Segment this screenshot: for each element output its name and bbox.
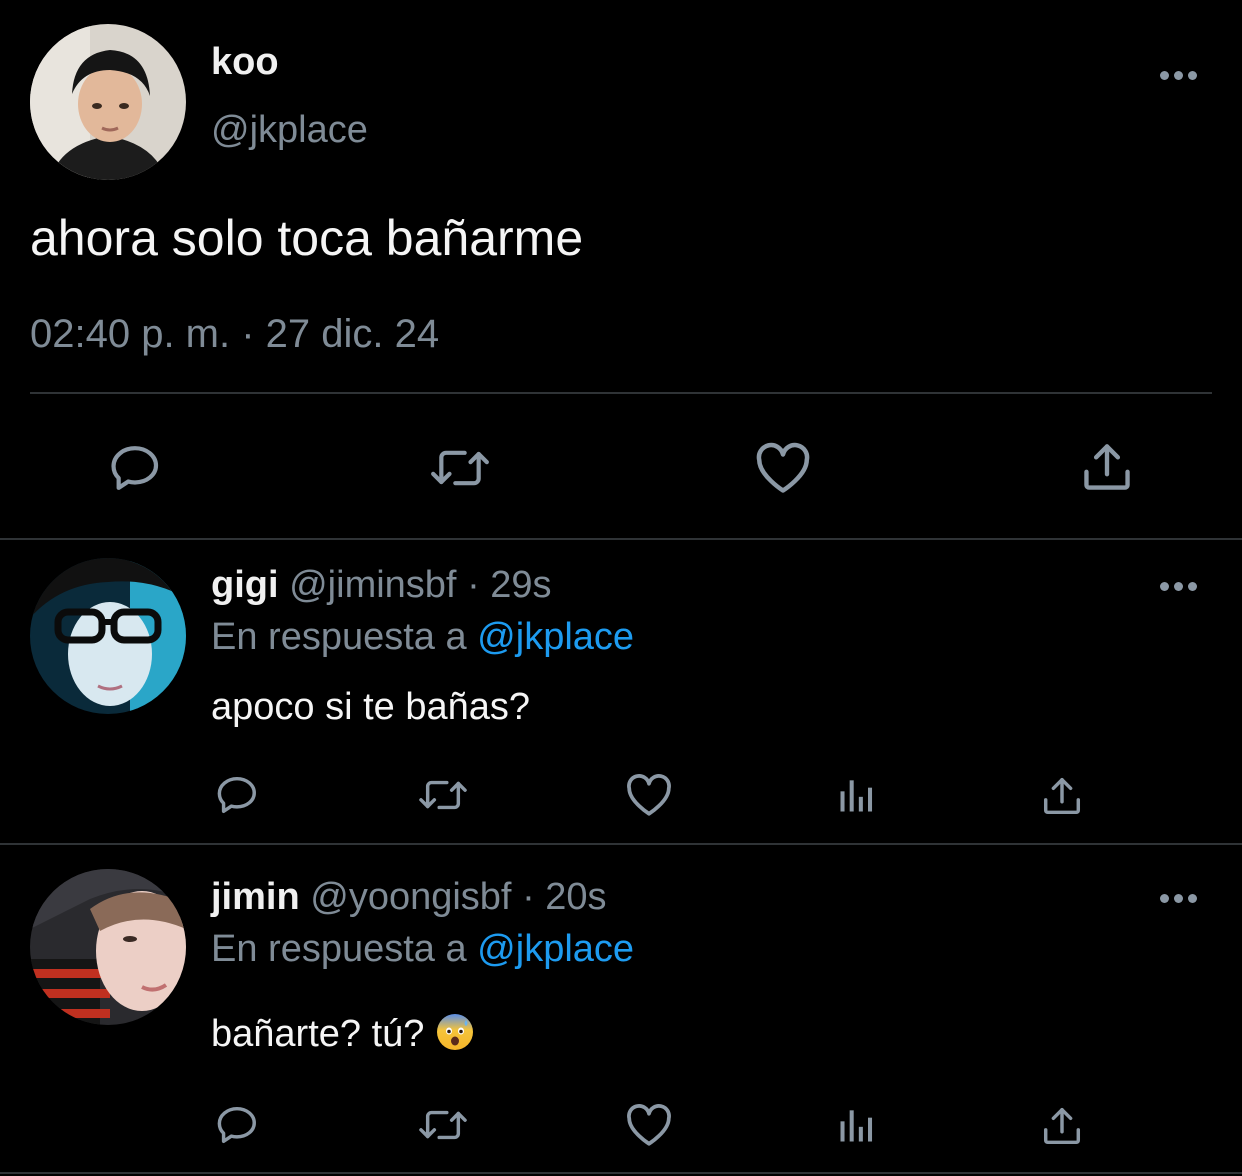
analytics-icon[interactable] xyxy=(834,1102,880,1148)
handle[interactable]: @jkplace xyxy=(211,110,368,150)
share-icon[interactable] xyxy=(1076,436,1138,498)
anxious-face-with-sweat-icon xyxy=(435,1012,475,1052)
timestamp[interactable]: 20s xyxy=(545,876,606,918)
avatar[interactable] xyxy=(30,24,186,180)
reply-icon[interactable] xyxy=(212,772,262,818)
avatar[interactable] xyxy=(30,558,186,714)
separator: · xyxy=(522,876,535,918)
mention-link[interactable]: @jkplace xyxy=(477,928,634,970)
tweet-text: ahora solo toca bañarme xyxy=(30,210,584,266)
timestamp[interactable]: 02:40 p. m. · 27 dic. 24 xyxy=(30,312,439,356)
retweet-icon[interactable] xyxy=(414,772,472,818)
reply-icon[interactable] xyxy=(104,438,166,498)
tweet-text: bañarte? tú? xyxy=(211,1013,425,1055)
heart-icon[interactable] xyxy=(624,1102,674,1148)
reply-prefix: En respuesta a xyxy=(211,928,467,970)
more-options-icon[interactable] xyxy=(1160,69,1200,81)
separator: · xyxy=(467,564,480,606)
display-name[interactable]: gigi xyxy=(211,564,279,606)
divider xyxy=(0,538,1242,540)
more-options-icon[interactable] xyxy=(1160,892,1200,904)
display-name[interactable]: koo xyxy=(211,42,279,82)
divider xyxy=(30,392,1212,394)
reply-header: jimin @yoongisbf · 20s xyxy=(211,876,607,918)
retweet-icon[interactable] xyxy=(424,438,496,498)
reply-icon[interactable] xyxy=(212,1102,262,1148)
mention-link[interactable]: @jkplace xyxy=(477,616,634,658)
tweet-text-line: bañarte? tú? xyxy=(211,1012,475,1055)
reply-prefix: En respuesta a xyxy=(211,616,467,658)
heart-icon[interactable] xyxy=(624,772,674,818)
reply-header: gigi @jiminsbf · 29s xyxy=(211,564,552,606)
avatar[interactable] xyxy=(30,869,186,1025)
heart-icon[interactable] xyxy=(752,438,814,498)
display-name[interactable]: jimin xyxy=(211,876,300,918)
tweet-text: apoco si te bañas? xyxy=(211,686,531,728)
handle[interactable]: @jiminsbf xyxy=(289,564,456,606)
share-icon[interactable] xyxy=(1038,772,1086,820)
reply-context: En respuesta a @jkplace xyxy=(211,616,634,658)
more-options-icon[interactable] xyxy=(1160,580,1200,592)
timestamp[interactable]: 29s xyxy=(490,564,551,606)
reply-context: En respuesta a @jkplace xyxy=(211,928,634,970)
analytics-icon[interactable] xyxy=(834,772,880,818)
retweet-icon[interactable] xyxy=(414,1102,472,1148)
share-icon[interactable] xyxy=(1038,1102,1086,1150)
handle[interactable]: @yoongisbf xyxy=(310,876,511,918)
divider xyxy=(0,1172,1242,1174)
divider xyxy=(0,843,1242,845)
